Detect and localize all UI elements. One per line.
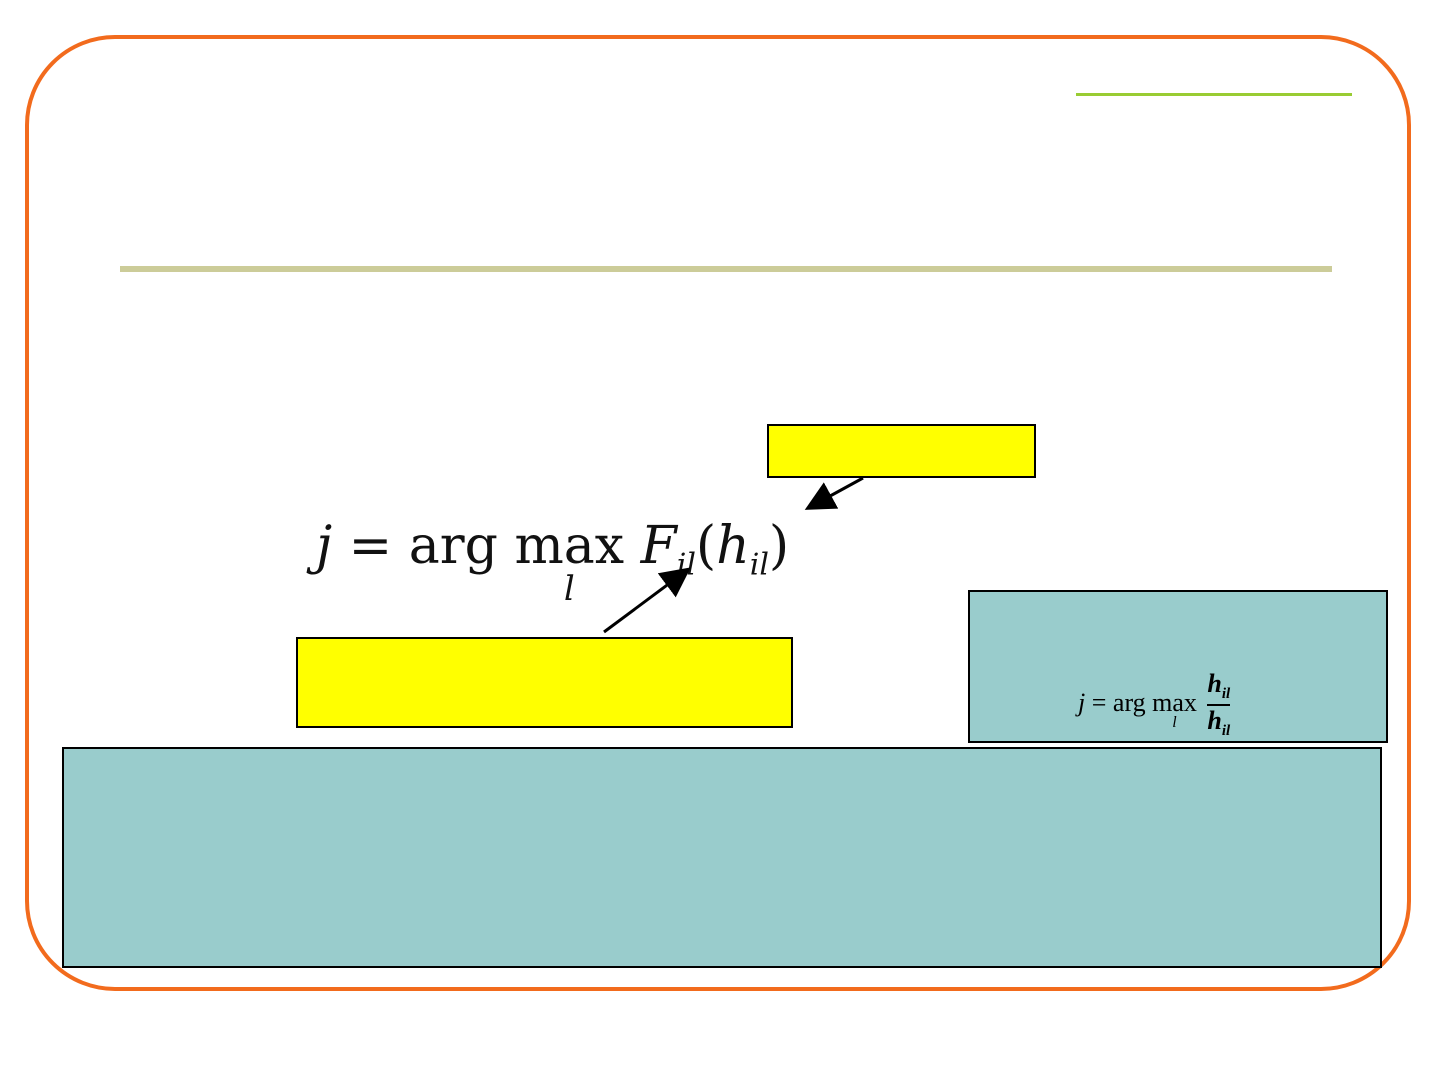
formula-function-subscript: il [676,547,696,583]
accent-line [1076,93,1352,96]
teal-text-box [62,747,1382,968]
formula-variable: h [716,516,750,576]
small-formula-max-operator: max l [1152,687,1197,731]
small-formula: j = arg max l hil hil [1078,670,1231,740]
formula-open-paren: ( [695,516,717,576]
formula-variable-subscript: il [749,547,769,583]
fraction-numerator: hil [1207,670,1230,703]
yellow-callout-top [767,424,1036,478]
fraction-denominator: hil [1207,707,1230,740]
small-formula-max-subscript: l [1172,713,1177,731]
slide: j = arg max l Fil(hil) j = arg max l hil h… [0,0,1440,1080]
small-formula-arg: arg [1112,687,1146,717]
formula-max-operator: max l [514,520,624,606]
formula-arg: arg [408,516,498,576]
title-rule [120,266,1332,272]
small-formula-fraction: hil hil [1207,670,1231,740]
small-formula-equals: = [1091,687,1107,717]
numerator-var: h [1207,669,1222,698]
small-formula-lhs: j [1078,687,1086,717]
formula-close-paren: ) [768,516,790,576]
denominator-subscript: il [1221,723,1231,740]
small-formula-max: max [1152,687,1197,717]
main-formula: j = arg max l Fil(hil) [316,520,789,606]
formula-function: F [640,516,677,576]
formula-max-subscript: l [563,569,575,609]
formula-equals: = [348,516,393,576]
formula-max: max [514,516,625,576]
teal-formula-box: j = arg max l hil hil [968,590,1388,743]
numerator-subscript: il [1221,686,1231,703]
formula-lhs: j [316,516,333,576]
yellow-callout-bottom [296,637,793,728]
denominator-var: h [1207,705,1222,735]
